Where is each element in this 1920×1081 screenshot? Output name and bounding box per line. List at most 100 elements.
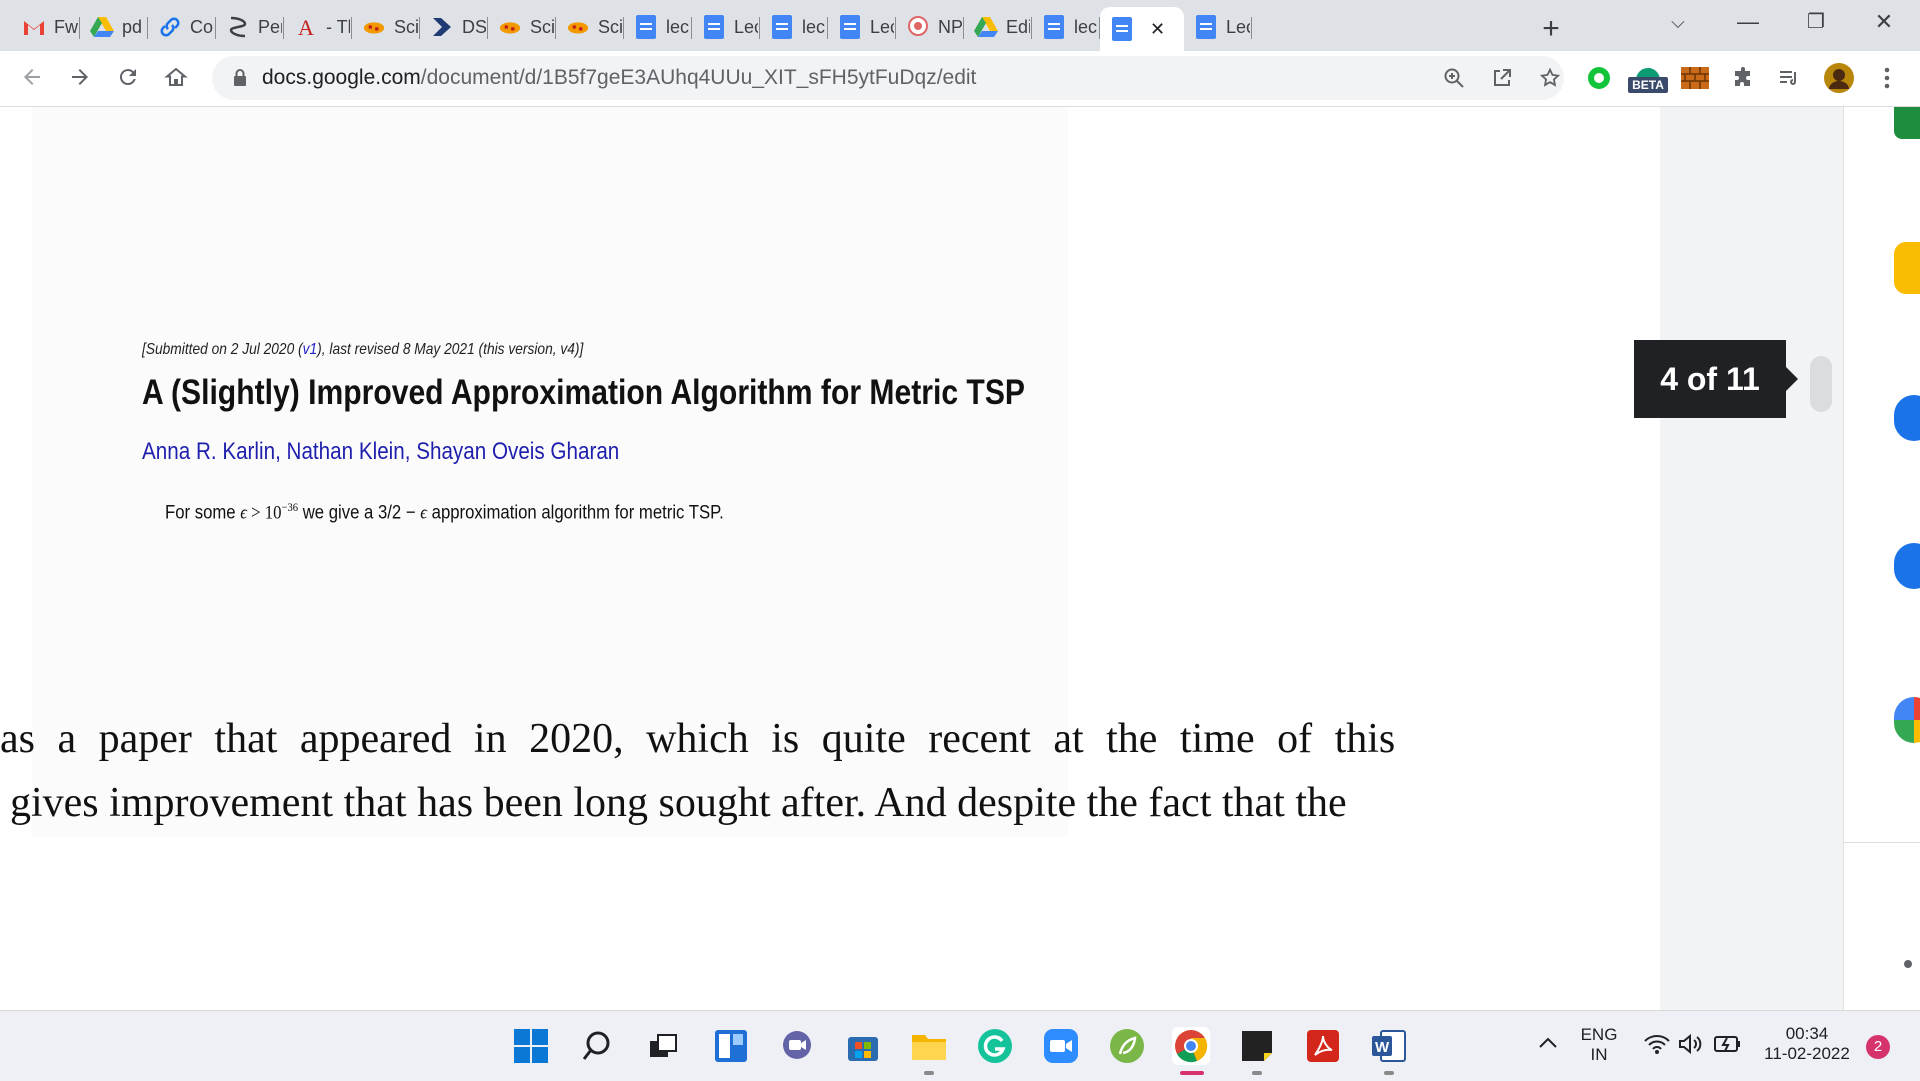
word-button[interactable]: W (1370, 1027, 1408, 1065)
tab-active[interactable]: ✕ (1100, 7, 1184, 51)
browser-tab[interactable]: lec (1032, 7, 1100, 47)
abstract-epsilon-2: ϵ (420, 502, 428, 524)
chrome-menu-button[interactable] (1872, 63, 1902, 93)
keep-addon-icon[interactable] (1894, 242, 1920, 294)
share-button[interactable] (1488, 64, 1516, 92)
running-indicator (1252, 1071, 1262, 1075)
restore-button[interactable]: ❐ (1792, 4, 1840, 40)
home-button[interactable] (158, 59, 194, 95)
overleaf-button[interactable] (1108, 1027, 1146, 1065)
media-control-button[interactable] (1774, 63, 1804, 93)
minimize-button[interactable]: — (1724, 4, 1772, 40)
reload-button[interactable] (110, 59, 146, 95)
new-tab-button[interactable]: + (1536, 12, 1566, 46)
close-window-button[interactable]: ✕ (1860, 4, 1908, 40)
contacts-addon-icon[interactable] (1894, 543, 1920, 589)
browser-tab[interactable]: Sci (352, 7, 420, 47)
browser-tab[interactable]: Lec (828, 7, 896, 47)
extensions-button[interactable] (1728, 63, 1758, 93)
browser-tab[interactable]: Fw (12, 7, 80, 47)
profile-avatar-icon (1824, 63, 1854, 93)
clock[interactable]: 00:34 11-02-2022 (1752, 1024, 1862, 1064)
abstract-text-2: we give a 3/2 − (298, 502, 421, 524)
grammarly-button[interactable] (976, 1027, 1014, 1065)
tab-title: Lec (734, 16, 758, 37)
tasks-addon-icon[interactable] (1894, 395, 1920, 441)
abstract-text-1: For some (165, 502, 241, 524)
browser-tab[interactable]: lec (760, 7, 828, 47)
url-path: /document/d/1B5f7geE3AUhq4UUu_XIT_sFH5yt… (420, 66, 977, 89)
google-docs-icon (838, 15, 862, 39)
queue-music-icon (1780, 71, 1796, 85)
paper-abstract: For some ϵ > 10−36 we give a 3/2 − ϵ app… (165, 500, 724, 524)
chrome-icon (1175, 1030, 1208, 1063)
notification-badge[interactable]: 2 (1866, 1035, 1890, 1059)
forward-button[interactable] (62, 59, 98, 95)
leaf-icon (1110, 1029, 1144, 1063)
document-canvas[interactable]: [Submitted on 2 Jul 2020 (v1), last revi… (0, 107, 1660, 1010)
tab-search-button[interactable]: ⌵ (1654, 4, 1702, 40)
google-drive-icon (90, 15, 114, 39)
show-hidden-icons-button[interactable] (1538, 1035, 1558, 1054)
google-docs-icon (702, 15, 726, 39)
chrome-taskbar-button[interactable] (1172, 1027, 1210, 1065)
speaker-icon (1679, 1033, 1702, 1055)
browser-tab[interactable]: pd (80, 7, 148, 47)
browser-tab[interactable]: Edi (964, 7, 1032, 47)
paper-title: A (Slightly) Improved Approximation Algo… (142, 373, 1025, 412)
browser-tab[interactable]: DS (420, 7, 488, 47)
browser-tab[interactable]: Per (216, 7, 284, 47)
browser-toolbar: docs.google.com/document/d/1B5f7geE3AUhq… (0, 51, 1920, 107)
url-text[interactable]: docs.google.com/document/d/1B5f7geE3AUhq… (262, 66, 976, 90)
tab-title: Sci (530, 16, 554, 37)
zoom-button[interactable] (1440, 64, 1468, 92)
acrobat-button[interactable] (1304, 1027, 1342, 1065)
browser-tab[interactable]: lec (624, 7, 692, 47)
browser-tab[interactable]: Sci (488, 7, 556, 47)
sticky-notes-button[interactable] (1238, 1027, 1276, 1065)
google-docs-icon (1110, 17, 1134, 41)
store-button[interactable] (844, 1027, 882, 1065)
browser-tab[interactable]: Sci (556, 7, 624, 47)
scrollbar-thumb[interactable] (1810, 356, 1832, 412)
start-button[interactable] (512, 1027, 550, 1065)
close-tab-button[interactable]: ✕ (1150, 19, 1165, 40)
nptel-icon (906, 15, 930, 39)
teams-chat-button[interactable] (778, 1027, 816, 1065)
play-icon (430, 15, 454, 39)
browser-tab[interactable]: Lec (692, 7, 760, 47)
tab-separator (1251, 17, 1252, 39)
address-bar[interactable]: docs.google.com/document/d/1B5f7geE3AUhq… (212, 56, 1564, 100)
browser-tab[interactable]: A - Tl (284, 7, 352, 47)
sci-hub-icon (362, 15, 386, 39)
battery-button[interactable] (1714, 1035, 1742, 1058)
maps-addon-icon[interactable] (1894, 697, 1920, 743)
zoom-button-taskbar[interactable] (1042, 1027, 1080, 1065)
file-explorer-button[interactable] (910, 1027, 948, 1065)
browser-tab[interactable]: NP (896, 7, 964, 47)
side-panel-expand-dot[interactable] (1904, 960, 1912, 968)
brick-wall-icon (1681, 67, 1709, 89)
beta-badge: BETA (1628, 77, 1668, 93)
beta-extension-button[interactable]: BETA (1628, 63, 1668, 93)
browser-tab[interactable]: Lec (1184, 7, 1252, 47)
browser-tab[interactable]: Co (148, 7, 216, 47)
submission-prefix: [Submitted on 2 Jul 2020 ( (142, 341, 303, 358)
search-button[interactable] (578, 1027, 616, 1065)
home-icon (164, 67, 188, 86)
back-button[interactable] (14, 59, 50, 95)
task-view-icon (650, 1034, 677, 1057)
wifi-button[interactable] (1644, 1033, 1670, 1060)
tab-title: NP (938, 16, 962, 37)
brick-extension-button[interactable] (1680, 63, 1710, 93)
language-indicator[interactable]: ENG IN (1574, 1025, 1624, 1065)
tab-title: Sci (394, 16, 418, 37)
tab-title: Lec (1226, 16, 1250, 37)
task-view-button[interactable] (644, 1027, 682, 1065)
profile-avatar-button[interactable] (1824, 63, 1854, 93)
green-extension-button[interactable] (1584, 63, 1614, 93)
bookmark-star-button[interactable] (1536, 64, 1564, 92)
calendar-addon-icon[interactable] (1894, 107, 1920, 139)
widgets-button[interactable] (712, 1027, 750, 1065)
volume-button[interactable] (1678, 1033, 1704, 1060)
